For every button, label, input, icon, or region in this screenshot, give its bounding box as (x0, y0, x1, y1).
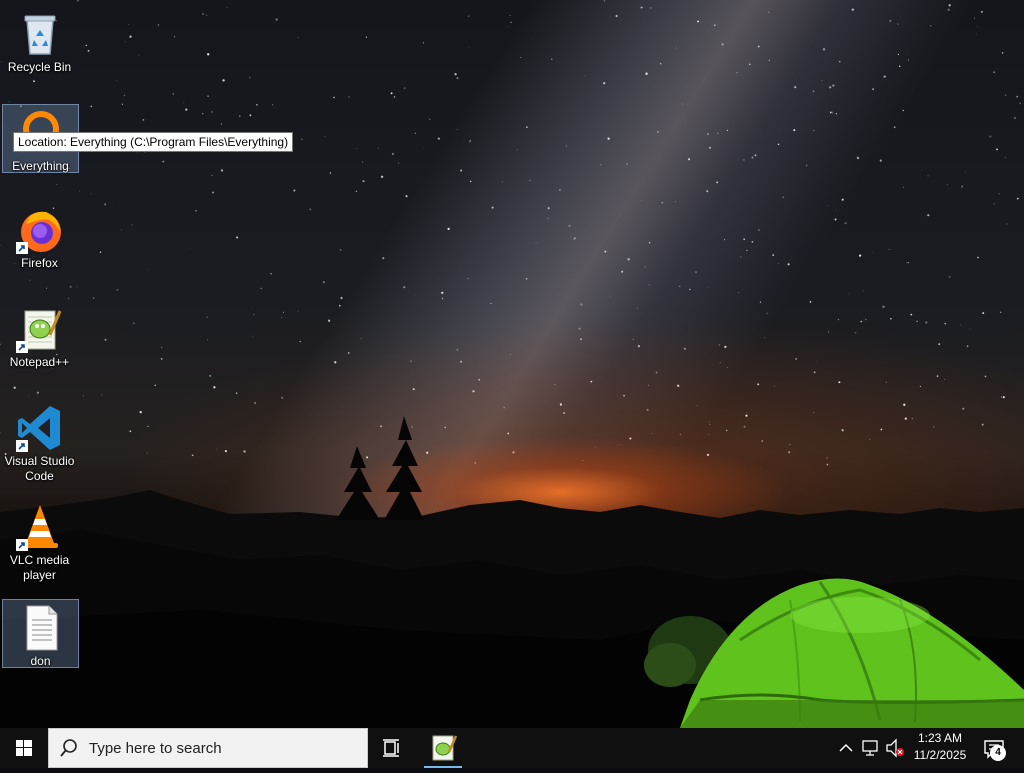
taskbar-app-notepad-plus-plus[interactable] (422, 728, 464, 768)
notepad-plus-plus-icon (16, 305, 64, 353)
chevron-up-icon (836, 728, 856, 768)
desktop-icon-label: Firefox (2, 256, 77, 273)
vlc-icon (16, 503, 64, 551)
desktop-icon-label: Recycle Bin (2, 60, 77, 77)
clock-date: 11/2/2025 (906, 747, 974, 764)
show-hidden-icons-button[interactable] (836, 728, 856, 768)
desktop-icon-vscode[interactable]: Visual Studio Code (2, 400, 77, 486)
task-view-icon (371, 728, 411, 768)
speaker-muted-icon (884, 728, 906, 768)
desktop-icon-firefox[interactable]: Firefox (2, 202, 77, 273)
windows-logo-icon (0, 728, 48, 768)
recycle-bin-icon (16, 10, 64, 58)
clock-time: 1:23 AM (906, 730, 974, 747)
wallpaper-landscape (0, 0, 1024, 728)
search-icon (59, 738, 79, 758)
search-placeholder: Type here to search (89, 740, 222, 757)
clock[interactable]: 1:23 AM 11/2/2025 (906, 730, 974, 764)
desktop-icon-vlc[interactable]: VLC media player (2, 499, 77, 585)
firefox-icon (16, 206, 64, 254)
start-button[interactable] (0, 728, 48, 768)
shortcut-arrow-icon (16, 341, 28, 353)
task-view-button[interactable] (371, 728, 411, 768)
network-icon (860, 728, 882, 768)
desktop-icon-label: Everything (3, 159, 78, 176)
taskbar: Type here to search 1:23 AM 11/2/2025 (0, 728, 1024, 768)
desktop-icon-don[interactable]: don (2, 599, 79, 668)
location-tooltip: Location: Everything (C:\Program Files\E… (13, 132, 293, 152)
shortcut-arrow-icon (16, 242, 28, 254)
volume-button[interactable] (884, 728, 906, 768)
shortcut-arrow-icon (16, 539, 28, 551)
desktop-icon-notepad-plus-plus[interactable]: Notepad++ (2, 301, 77, 372)
desktop-icon-recycle-bin[interactable]: Recycle Bin (2, 6, 77, 77)
desktop-icon-label: Visual Studio Code (2, 454, 77, 486)
search-box[interactable]: Type here to search (48, 728, 368, 768)
desktop[interactable]: Recycle Bin Everything Firefox (0, 0, 1024, 728)
network-button[interactable] (860, 728, 882, 768)
notification-count-badge: 4 (990, 745, 1006, 761)
vscode-icon (16, 404, 64, 452)
shortcut-arrow-icon (16, 440, 28, 452)
text-file-icon (17, 604, 65, 652)
notepad-plus-plus-icon (422, 728, 464, 768)
desktop-icon-label: don (3, 654, 78, 671)
desktop-icon-label: Notepad++ (2, 355, 77, 372)
desktop-icon-label: VLC media player (2, 553, 77, 585)
